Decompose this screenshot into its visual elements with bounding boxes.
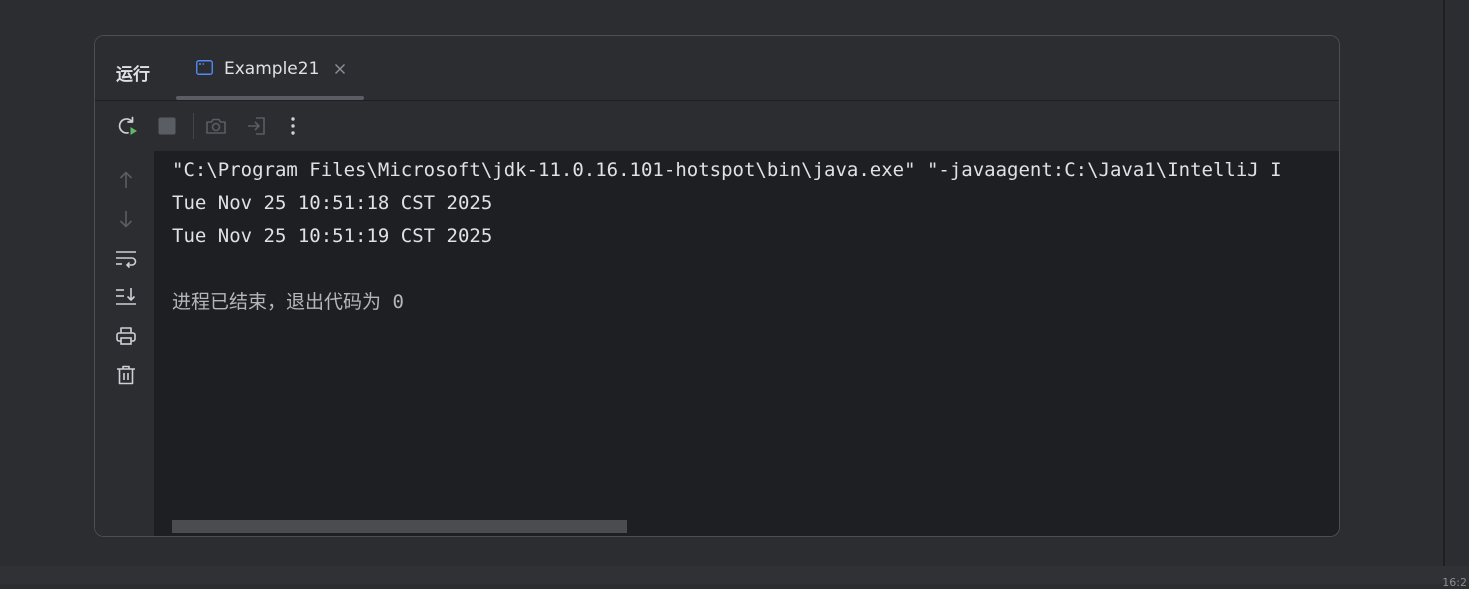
console-line-command: "C:\Program Files\Microsoft\jdk-11.0.16.… [172,159,1282,181]
run-tool-window: 运行 Example21 "C:\Program Files\Microsoft… [94,35,1340,537]
exit-icon [248,117,265,135]
scroll-to-end-button[interactable] [114,285,138,309]
rerun-icon [118,116,137,135]
soft-wrap-icon [116,251,137,269]
close-icon[interactable] [334,63,346,75]
status-bar: 16:2 [0,566,1469,589]
more-vertical-icon [291,117,295,135]
editor-divider [1443,0,1445,566]
stop-icon [158,117,176,135]
tab-example21[interactable]: Example21 [176,36,364,100]
horizontal-scrollbar[interactable] [172,520,627,533]
attach-debugger-button[interactable] [244,114,268,138]
next-occurrence-button[interactable] [114,207,138,231]
clear-all-button[interactable] [114,363,138,387]
camera-icon [206,118,226,134]
arrow-down-icon [119,211,133,228]
print-button[interactable] [114,324,138,348]
scroll-to-end-icon [116,288,136,305]
previous-occurrence-button[interactable] [114,168,138,192]
run-toolbar [95,101,1339,151]
printer-icon [116,327,136,345]
stop-button[interactable] [155,114,179,138]
console-line-output: Tue Nov 25 10:51:18 CST 2025 [172,192,493,214]
screenshot-button[interactable] [204,114,228,138]
tool-window-title: 运行 [116,65,150,85]
tool-window-header: 运行 Example21 [95,36,1339,101]
toolbar-separator [193,113,194,139]
active-tab-indicator [176,96,364,100]
console-line-exit-message: 进程已结束，退出代码为 0 [172,291,404,313]
tab-label: Example21 [224,59,320,79]
more-options-button[interactable] [281,114,305,138]
arrow-up-icon [119,171,133,188]
soft-wrap-button[interactable] [114,246,138,270]
console-output[interactable]: "C:\Program Files\Microsoft\jdk-11.0.16.… [154,151,1339,536]
console-line-output: Tue Nov 25 10:51:19 CST 2025 [172,225,493,247]
rerun-button[interactable] [115,114,139,138]
caret-position[interactable]: 16:2 [1442,576,1467,589]
console-side-toolbar [95,151,154,536]
trash-icon [117,365,135,385]
console-window-icon [196,60,213,75]
